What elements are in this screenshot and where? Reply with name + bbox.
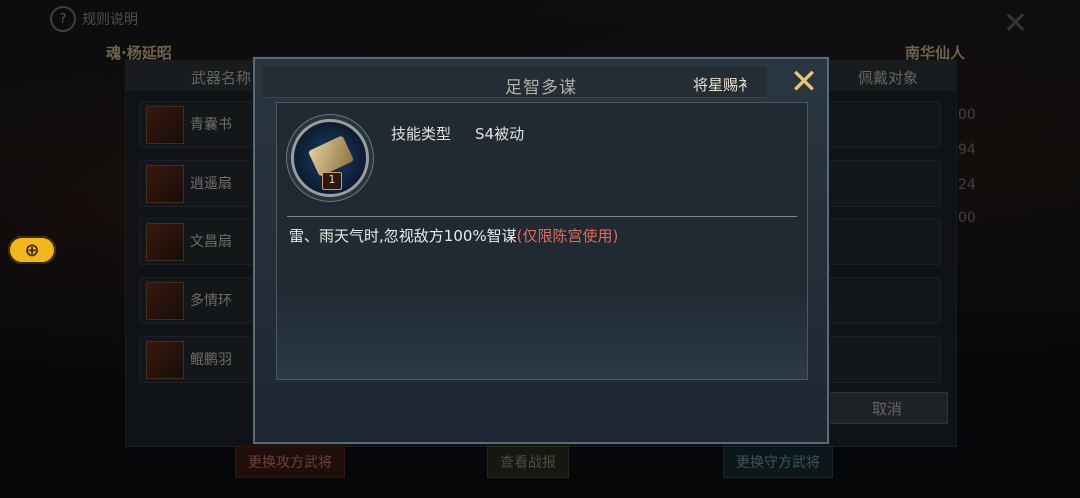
dialog-title: 足智多谋 (505, 78, 577, 98)
dialog-tab-label[interactable]: 将星赐衤 (693, 74, 753, 95)
dialog-body: 1 技能类型 S4被动 雷、雨天气时,忽视敌方100%智谋(仅限陈宫使用) (276, 102, 808, 380)
gamepad-icon[interactable]: ⊕ (8, 236, 56, 264)
close-icon[interactable]: ✕ (787, 65, 821, 99)
skill-type-value: S4被动 (475, 125, 525, 143)
description-note: (仅限陈宫使用) (516, 227, 619, 245)
divider (287, 216, 797, 217)
description-main: 雷、雨天气时,忽视敌方100%智谋 (289, 227, 517, 245)
skill-description: 雷、雨天气时,忽视敌方100%智谋(仅限陈宫使用) (289, 225, 618, 246)
skill-icon: 1 (291, 119, 369, 197)
skill-level-badge: 1 (322, 172, 342, 190)
skill-type-label: 技能类型 (391, 125, 452, 143)
decorative-waves (277, 289, 807, 379)
scroll-icon (307, 135, 355, 177)
skill-dialog: 足智多谋 将星赐衤 ✕ 1 技能类型 S4被动 雷、雨天气时,忽视敌方100%智… (253, 57, 829, 444)
